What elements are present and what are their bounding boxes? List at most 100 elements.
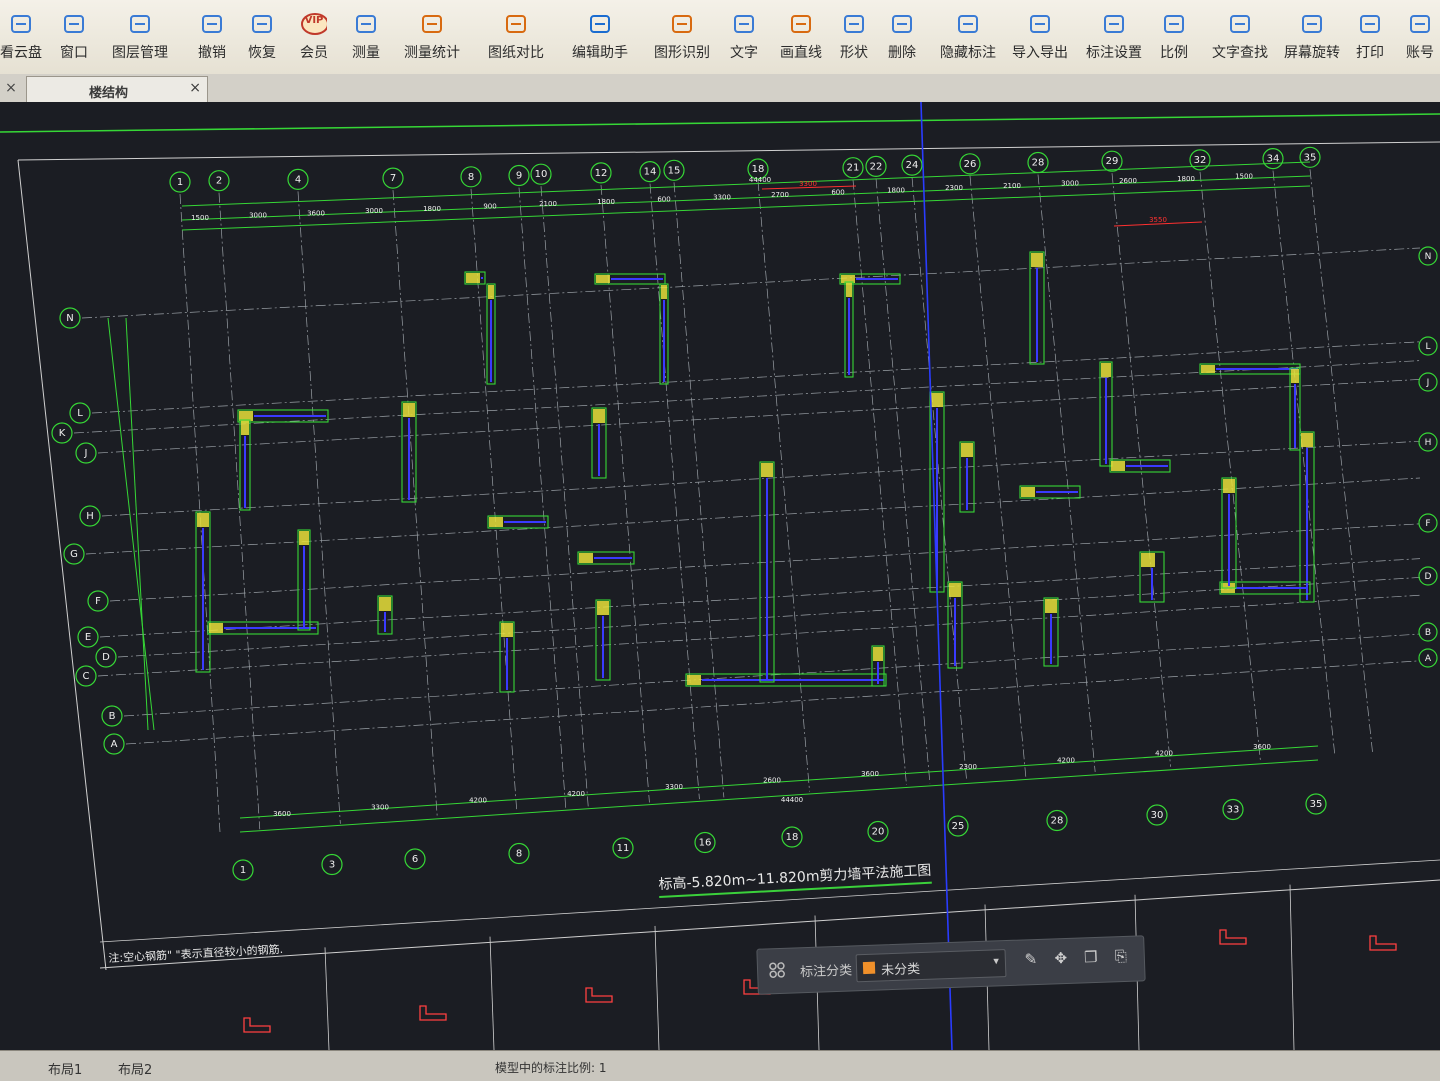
axis-label-right: H — [1425, 438, 1432, 448]
dim-text-top: 3000 — [249, 212, 267, 220]
chevron-down-icon[interactable]: ▾ — [993, 954, 999, 967]
cloud-icon — [8, 12, 34, 36]
dim-text-bottom: 2300 — [959, 763, 977, 771]
axis-label-left: A — [111, 739, 118, 750]
drawing-canvas[interactable]: 1 2 4 7 8 9 10 12 14 15 18 21 22 24 26 28 29 32 34 35 1 3 6 8 11… — [0, 102, 1440, 1050]
toolbar-button-23[interactable]: 账号 — [1406, 4, 1434, 68]
toolbar-button-label: 恢复 — [248, 45, 276, 61]
close-icon[interactable]: × — [2, 79, 20, 97]
dim-text-top: 1800 — [887, 186, 905, 194]
wall-boundary-element — [488, 285, 494, 299]
toolbar-button-18[interactable]: 标注设置 — [1086, 4, 1142, 68]
tab-close-icon[interactable]: × — [189, 80, 201, 96]
axis-line-vertical — [518, 187, 567, 809]
dim-text-bottom: 4200 — [1057, 756, 1075, 764]
wall-boundary-element — [1141, 553, 1155, 567]
toolbar-button-8[interactable]: 测量统计 — [404, 4, 460, 68]
layout-tab-2[interactable]: 布局2 — [118, 1059, 152, 1078]
grid-icon[interactable] — [768, 961, 787, 984]
axis-label-top: 8 — [468, 172, 474, 183]
toolbar-button-20[interactable]: 文字查找 — [1212, 4, 1268, 68]
dim-line-left-2 — [125, 317, 149, 731]
toolbar-button-13[interactable]: 画直线 — [780, 4, 822, 68]
dim-red-right: 3550 — [1149, 216, 1167, 224]
dim-total-bottom: 44400 — [781, 796, 803, 804]
toolbar-button-4[interactable]: 撤销 — [198, 4, 226, 68]
dim-text-bottom: 4200 — [469, 797, 487, 805]
toolbar-button-label: 编辑助手 — [572, 45, 628, 61]
dim-line-left — [107, 317, 155, 731]
toolbar-button-label: 比例 — [1160, 45, 1188, 61]
layout-tab-1[interactable]: 布局1 — [48, 1059, 82, 1078]
cad-drawing[interactable]: 1 2 4 7 8 9 10 12 14 15 18 21 22 24 26 28 29 32 34 351 3 6 8 11… — [0, 102, 1440, 1050]
wall-boundary-element — [1201, 365, 1215, 373]
wall-boundary-element — [846, 283, 852, 297]
wall-boundary-element — [299, 531, 309, 545]
toolbar-button-19[interactable]: 比例 — [1160, 4, 1188, 68]
axis-label-right: A — [1425, 654, 1432, 664]
dim-text-bottom: 3600 — [861, 770, 879, 778]
wall-boundary-element — [403, 403, 415, 417]
wall-boundary-element — [379, 597, 391, 611]
paste-icon[interactable]: ⎘ — [1109, 947, 1132, 970]
annotation-category-select[interactable]: 未分类 ▾ — [855, 949, 1007, 983]
dim-text-bottom: 3300 — [665, 783, 683, 791]
axis-label-top: 14 — [644, 167, 657, 178]
dim-line-top-2 — [181, 175, 1311, 221]
axis-label-right: B — [1425, 628, 1431, 638]
section-symbol — [585, 987, 613, 1003]
toolbar-button-label: 图层管理 — [112, 45, 168, 61]
toolbar-button-2[interactable]: 窗口 — [60, 4, 88, 68]
toolbar-button-12[interactable]: 文字 — [730, 4, 758, 68]
toolbar-button-21[interactable]: 屏幕旋转 — [1284, 4, 1340, 68]
section-symbol — [243, 1017, 271, 1033]
toolbar-button-22[interactable]: 打印 — [1356, 4, 1384, 68]
measure-stats-icon — [419, 12, 445, 36]
toolbar-button-3[interactable]: 图层管理 — [112, 4, 168, 68]
axis-label-bottom: 25 — [952, 821, 965, 832]
axis-label-top: 9 — [516, 171, 522, 182]
dim-text-top: 3600 — [307, 209, 325, 217]
axis-line-vertical — [673, 182, 725, 798]
shape-recognition-icon — [669, 12, 695, 36]
axis-label-left: J — [84, 448, 88, 459]
toolbar-button-7[interactable]: 测量 — [352, 4, 380, 68]
axis-label-left: K — [59, 428, 66, 439]
wall-boundary-element — [209, 623, 223, 633]
frame-left — [17, 159, 107, 971]
wall-boundary-element — [501, 623, 513, 637]
toolbar-button-label: 账号 — [1406, 45, 1434, 61]
toolbar-button-6[interactable]: VIP 会员 — [300, 4, 328, 68]
axis-line-horizontal — [97, 594, 1421, 677]
axis-line-vertical — [218, 192, 261, 830]
axis-line-horizontal — [125, 660, 1421, 745]
axis-label-top: 22 — [870, 161, 883, 172]
axis-label-top: 28 — [1032, 158, 1045, 169]
toolbar-button-label: 屏幕旋转 — [1284, 45, 1340, 61]
wall-boundary-element — [489, 517, 503, 527]
dim-text-top: 2100 — [1003, 182, 1021, 190]
wall-boundary-element — [761, 463, 773, 477]
axis-label-left: N — [66, 313, 73, 324]
move-icon[interactable]: ✥ — [1050, 949, 1073, 972]
axis-label-top: 24 — [906, 160, 919, 171]
copy-icon[interactable]: ❐ — [1080, 948, 1103, 971]
edit-icon[interactable]: ✎ — [1020, 950, 1043, 973]
axis-label-top: 32 — [1194, 155, 1207, 166]
wall-boundary-element — [241, 421, 249, 435]
toolbar-button-17[interactable]: 导入导出 — [1012, 4, 1068, 68]
toolbar-button-9[interactable]: 图纸对比 — [488, 4, 544, 68]
axis-label-bottom: 20 — [872, 827, 885, 838]
toolbar-button-11[interactable]: 图形识别 — [654, 4, 710, 68]
title-block-divider — [324, 947, 330, 1050]
toolbar-button-label: 看云盘 — [0, 45, 42, 61]
toolbar-button-16[interactable]: 隐藏标注 — [940, 4, 996, 68]
toolbar-button-5[interactable]: 恢复 — [248, 4, 276, 68]
toolbar-button-14[interactable]: 形状 — [840, 4, 868, 68]
toolbar-button-1[interactable]: 看云盘 — [0, 4, 42, 68]
tab-document[interactable]: 楼结构 × — [26, 76, 208, 103]
toolbar-button-15[interactable]: 删除 — [888, 4, 916, 68]
dim-text-top: 2100 — [539, 200, 557, 208]
wall-boundary-element — [1101, 363, 1111, 377]
toolbar-button-10[interactable]: 编辑助手 — [572, 4, 628, 68]
